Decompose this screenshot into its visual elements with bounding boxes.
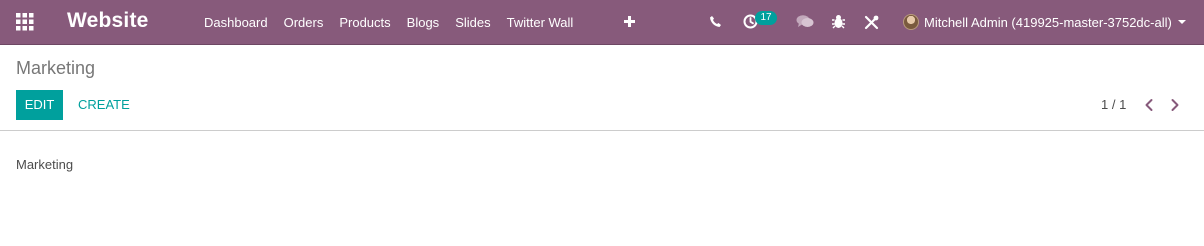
avatar [903,14,919,30]
apps-grid-icon[interactable] [16,13,34,31]
pager-value[interactable]: 1 / 1 [1101,97,1126,112]
edit-button[interactable]: EDIT [16,90,63,120]
pager-next-icon[interactable] [1169,98,1181,112]
main-navbar: Website Dashboard Orders Products Blogs … [0,0,1204,45]
tools-icon[interactable] [864,15,879,30]
chevron-down-icon [1177,20,1186,24]
menu-item-blogs[interactable]: Blogs [399,0,448,45]
plus-icon[interactable] [624,16,635,27]
breadcrumb: Marketing [16,58,96,78]
create-button[interactable]: CREATE [70,90,138,120]
menu-item-orders[interactable]: Orders [276,0,332,45]
menu-item-dashboard[interactable]: Dashboard [196,0,276,45]
user-name: Mitchell Admin (419925-master-3752dc-all… [924,14,1172,30]
user-menu[interactable]: Mitchell Admin (419925-master-3752dc-all… [903,12,1186,32]
phone-icon[interactable] [709,15,722,28]
control-panel-divider [0,130,1204,131]
menu-item-products[interactable]: Products [331,0,398,45]
top-menu: Dashboard Orders Products Blogs Slides T… [196,0,581,45]
menu-item-twitter-wall[interactable]: Twitter Wall [499,0,582,45]
pager-previous-icon[interactable] [1143,98,1155,112]
record-name: Marketing [16,157,74,172]
chat-icon[interactable] [796,14,814,29]
activity-count-badge: 17 [755,11,777,25]
bug-icon[interactable] [831,14,846,29]
menu-item-slides[interactable]: Slides [447,0,498,45]
app-brand[interactable]: Website [67,9,149,33]
